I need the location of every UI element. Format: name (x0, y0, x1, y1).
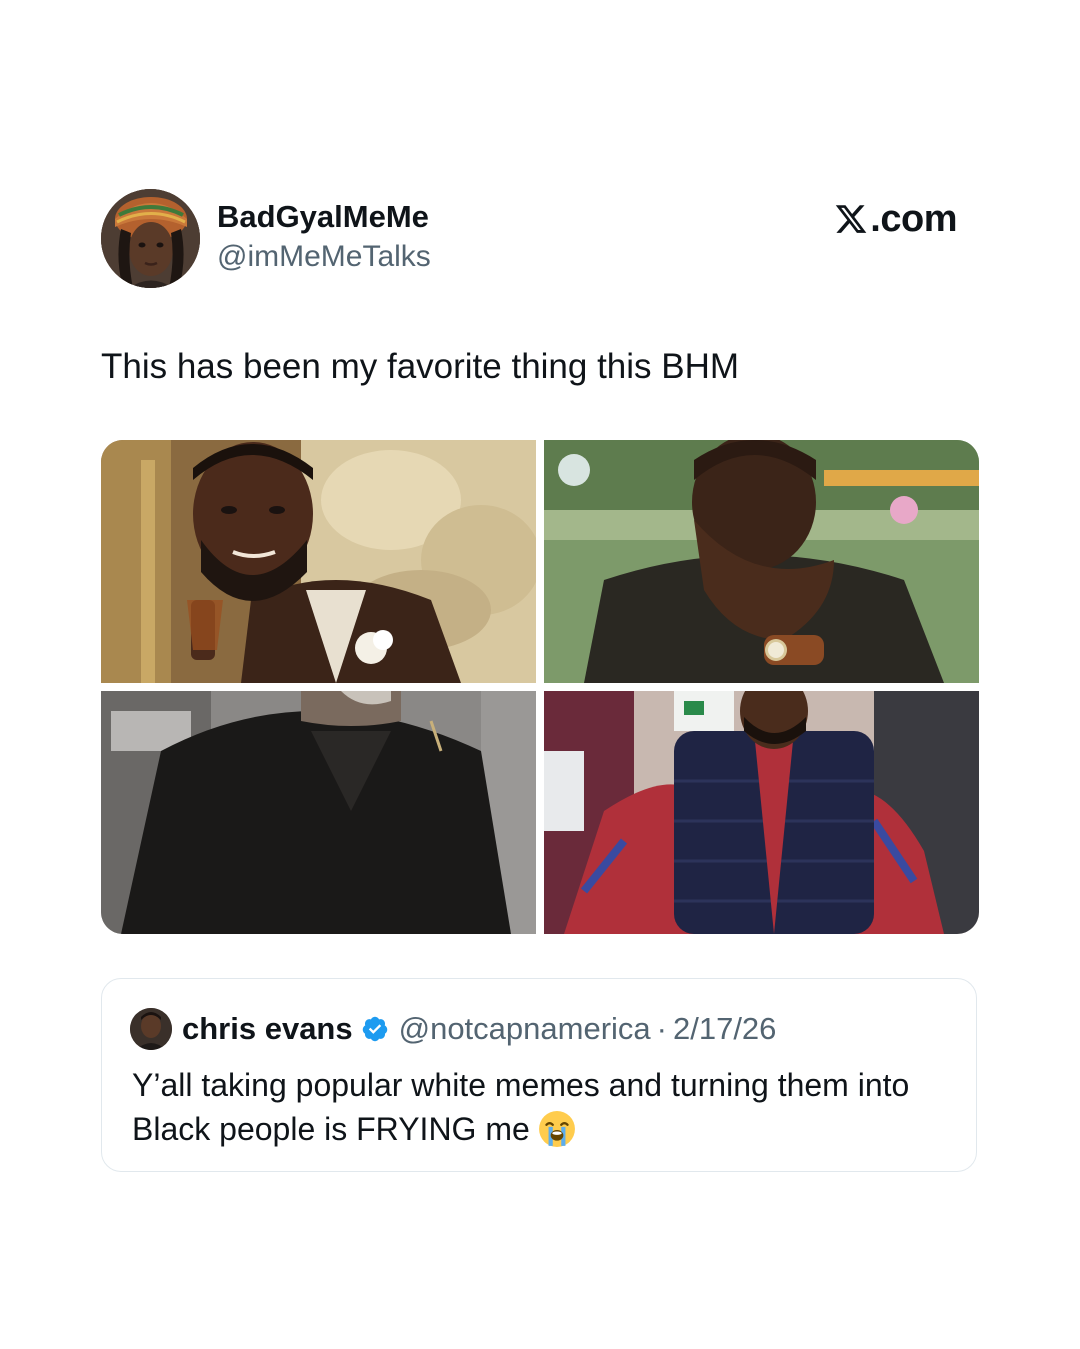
loudly-crying-face-emoji-icon (538, 1110, 576, 1148)
meme-image-man-covering-mouth-laughing[interactable] (544, 440, 979, 683)
author-names: BadGyalMeMe @imMeMeTalks (217, 197, 431, 277)
quoted-post-text-block: Y’all taking popular white memes and tur… (132, 1063, 962, 1151)
author-display-name[interactable]: BadGyalMeMe (217, 197, 431, 237)
site-suffix: .com (870, 197, 957, 240)
post-text: This has been my favorite thing this BHM (101, 347, 740, 386)
verified-badge-icon (361, 1015, 389, 1043)
x-logo-icon (834, 202, 868, 236)
post-header: BadGyalMeMe @imMeMeTalks .com (101, 189, 979, 289)
author-handle[interactable]: @imMeMeTalks (217, 237, 431, 277)
quoted-author-handle[interactable]: @notcapnamerica (399, 1011, 651, 1047)
author-avatar[interactable] (101, 189, 200, 288)
quoted-post-date[interactable]: 2/17/26 (673, 1011, 776, 1047)
quoted-post-header: chris evans @notcapnamerica · 2/17/26 (130, 1007, 776, 1051)
profile-photo-avatar (101, 189, 200, 288)
quoted-post-text: Y’all taking popular white memes and tur… (132, 1067, 910, 1147)
media-grid (101, 440, 979, 934)
header-separator: · (656, 1011, 667, 1046)
meme-image-man-in-black-shirt[interactable] (101, 691, 536, 934)
quoted-post-card[interactable]: chris evans @notcapnamerica · 2/17/26 Y’… (101, 978, 977, 1172)
quoted-profile-photo-avatar (130, 1008, 172, 1050)
quoted-author-display-name[interactable]: chris evans (182, 1011, 353, 1047)
meme-image-man-in-vest-hands-on-hips[interactable] (544, 691, 979, 934)
quoted-author-avatar[interactable] (130, 1008, 172, 1050)
meme-image-laughing-man-with-glass[interactable] (101, 440, 536, 683)
site-watermark: .com (834, 197, 957, 241)
